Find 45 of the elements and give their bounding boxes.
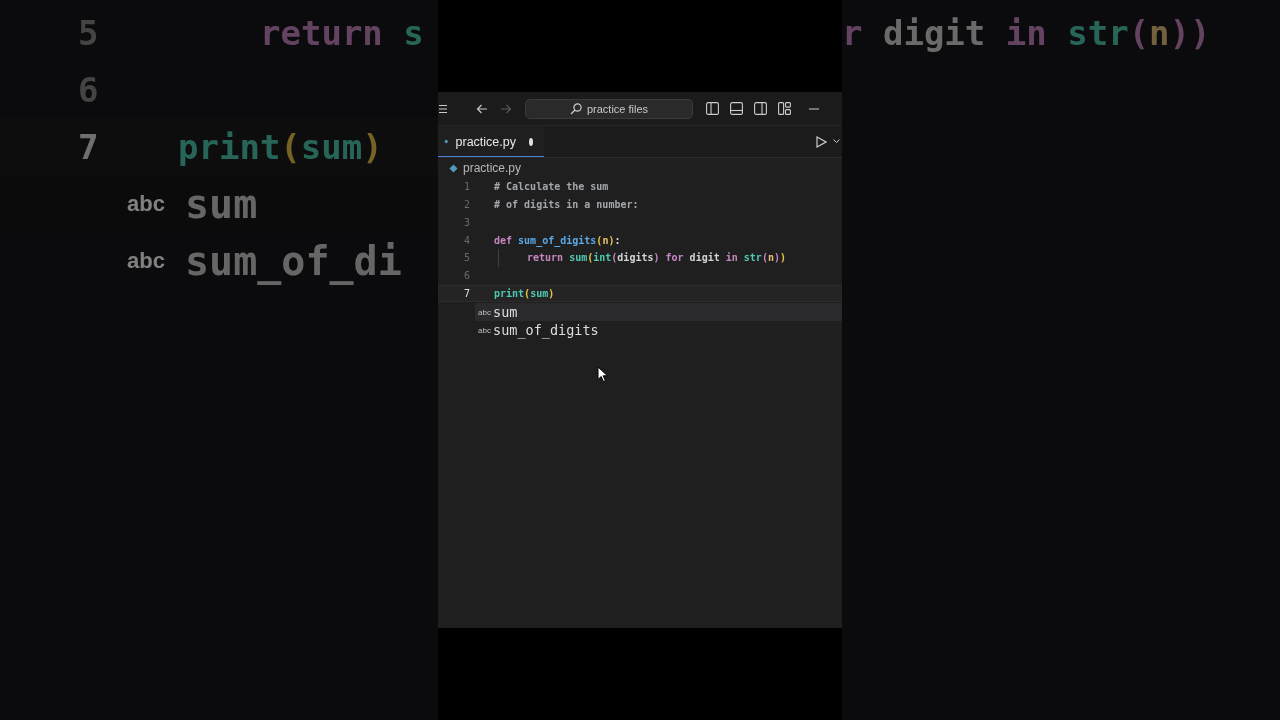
suggestion-item[interactable]: abc sum_of_di [0,232,438,289]
search-placeholder: practice files [586,102,649,115]
back-arrow-icon[interactable] [476,103,488,114]
secondary-sidebar-icon[interactable] [754,102,767,115]
code-line: # Calculate the sum [494,181,609,193]
suggestion-kind: abc [477,325,492,335]
code-line: print(sum) [494,287,555,299]
code-line: return s [259,11,424,55]
minimize-icon[interactable] [809,107,819,110]
line-number: 7 [462,287,470,299]
run-icon[interactable] [816,135,827,148]
line-number: 6 [462,270,470,282]
suggestion-label: sum [493,304,518,321]
code-line: # of digits in a number: [494,199,639,211]
code-line: def sum_of_digits(n): [494,234,621,246]
search-icon [569,102,582,115]
layout-icon[interactable] [778,102,791,115]
line-number: 2 [462,199,470,211]
menu-icon[interactable] [439,103,447,114]
file-tab[interactable]: practice.py [438,126,544,157]
line-number: 6 [77,69,100,110]
line-number: 3 [462,216,470,228]
sidebar-toggle-icon[interactable] [706,102,719,115]
tab-label: practice.py [455,134,516,149]
line-number: 5 [462,252,470,264]
mouse-pointer-icon [597,366,608,382]
suggestion-label: sum_of_di [185,237,402,284]
line-number: 4 [462,234,470,246]
line-number: 1 [462,181,470,193]
python-file-icon [449,163,458,173]
suggestion-kind: abc [127,247,166,274]
suggestion-kind: abc [477,307,492,317]
line-number: 5 [77,12,100,53]
breadcrumb[interactable]: practice.py [463,161,522,175]
suggestion-kind: abc [127,190,166,217]
code-line: r digit in str(n)) [842,11,1211,55]
chevron-down-icon[interactable] [833,139,840,144]
search-field[interactable]: practice files [525,98,693,119]
line-number: 7 [77,126,100,167]
code-line: return sum(int(digits) for digit in str(n)) [498,249,786,267]
suggestion-label: sum [185,180,258,227]
suggestion-label: sum_of_digits [493,322,599,339]
panel-toggle-icon[interactable] [730,102,743,115]
code-line: print(sum) [177,125,383,169]
python-file-icon [444,137,449,146]
